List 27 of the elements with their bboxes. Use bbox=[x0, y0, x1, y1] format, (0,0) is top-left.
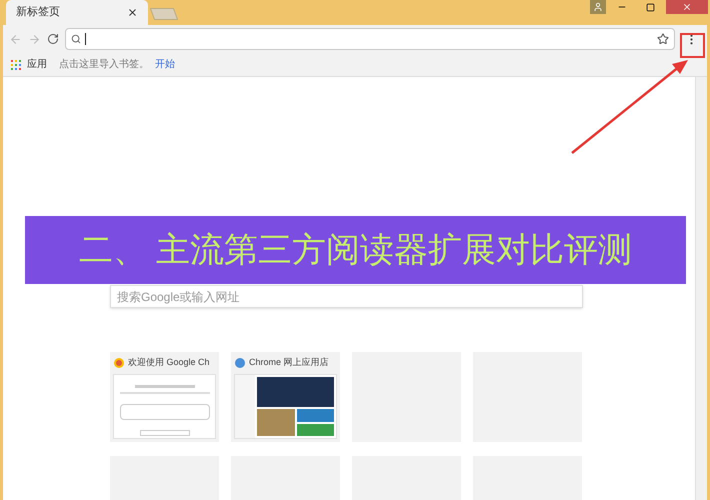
apps-grid-icon bbox=[11, 60, 21, 70]
apps-link[interactable]: 应用 bbox=[27, 57, 47, 72]
highlight-frame bbox=[680, 33, 705, 58]
shortcut-tile[interactable]: Chrome 网上应用店 bbox=[231, 352, 340, 442]
search-icon bbox=[71, 34, 81, 44]
site-icon bbox=[235, 358, 245, 368]
user-button[interactable] bbox=[590, 0, 606, 14]
title-banner: 二、 主流第三方阅读器扩展对比评测 bbox=[25, 216, 686, 284]
new-tab-button[interactable] bbox=[150, 8, 178, 20]
user-icon bbox=[593, 2, 603, 12]
shortcut-tile[interactable]: 欢迎使用 Google Ch bbox=[110, 352, 219, 442]
close-icon bbox=[682, 2, 692, 12]
start-link[interactable]: 开始 bbox=[155, 57, 175, 72]
tile-title: 欢迎使用 Google Ch bbox=[128, 356, 210, 370]
star-icon[interactable] bbox=[657, 33, 669, 45]
scrollbar[interactable] bbox=[695, 77, 707, 500]
back-icon[interactable] bbox=[9, 32, 22, 46]
site-icon bbox=[114, 358, 124, 368]
reload-icon[interactable] bbox=[47, 33, 59, 45]
import-hint: 点击这里导入书签。 bbox=[59, 58, 149, 72]
browser-tab[interactable]: 新标签页 bbox=[6, 0, 148, 25]
maximize-icon bbox=[646, 2, 654, 12]
tile-title: Chrome 网上应用店 bbox=[249, 356, 329, 370]
text-cursor bbox=[85, 33, 86, 45]
close-icon[interactable] bbox=[127, 7, 138, 18]
forward-icon[interactable] bbox=[28, 32, 41, 46]
address-field[interactable] bbox=[65, 28, 675, 50]
